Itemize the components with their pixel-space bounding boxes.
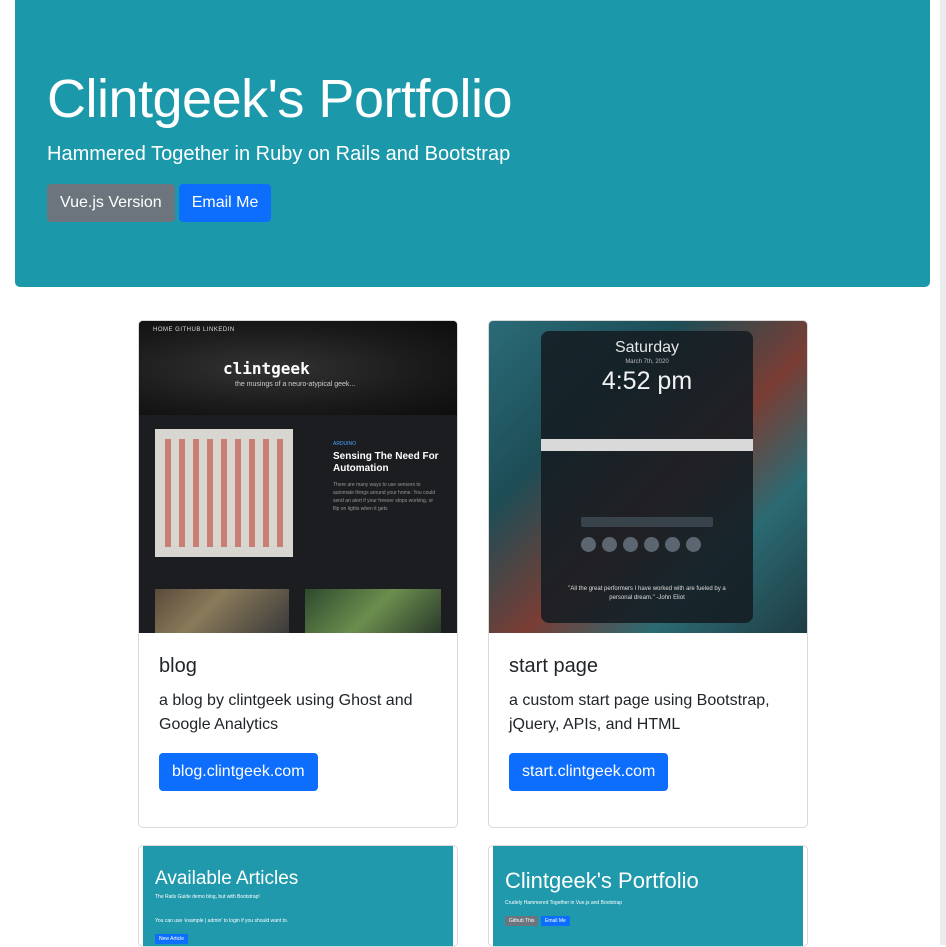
blog-post-thumb bbox=[155, 589, 289, 633]
project-card-vue-portfolio: Clintgeek's Portfolio Crudely Hammered T… bbox=[488, 845, 808, 947]
articles-sub: The Rails Guide demo blog, but with Boot… bbox=[155, 894, 260, 900]
card-text: a custom start page using Bootstrap, jQu… bbox=[509, 692, 770, 733]
start-day: Saturday bbox=[614, 339, 680, 356]
card-body: blog a blog by clintgeek using Ghost and… bbox=[139, 633, 457, 811]
email-me-button[interactable]: Email Me bbox=[178, 184, 272, 222]
email-me-mini-button: Email Me bbox=[541, 916, 570, 926]
vue-portfolio-heading: Clintgeek's Portfolio bbox=[505, 868, 699, 893]
vue-portfolio-screenshot[interactable]: Clintgeek's Portfolio Crudely Hammered T… bbox=[493, 846, 803, 946]
blog-post-thumb bbox=[305, 589, 441, 633]
project-card-start-page: Saturday March 7th, 2020 4:52 pm "All th… bbox=[488, 320, 808, 828]
card-title: start page bbox=[509, 655, 598, 677]
blog-feature-image bbox=[155, 429, 293, 557]
articles-note: You can use 'example | admin' to login i… bbox=[155, 918, 289, 924]
food-icon bbox=[602, 537, 617, 552]
start-search-box bbox=[581, 517, 713, 527]
page-title: Clintgeek's Portfolio bbox=[47, 69, 513, 129]
blog-nav: HOME GITHUB LINKEDIN bbox=[153, 327, 235, 333]
blog-link-button[interactable]: blog.clintgeek.com bbox=[159, 753, 318, 791]
vue-portfolio-sub: Crudely Hammered Together in Vue.js and … bbox=[505, 900, 623, 906]
start-page-link-button[interactable]: start.clintgeek.com bbox=[509, 753, 669, 791]
project-card-blog: HOME GITHUB LINKEDIN clintgeek the musin… bbox=[138, 320, 458, 828]
blog-post-tag: ARDUINO bbox=[333, 441, 357, 447]
vue-version-button[interactable]: Vue.js Version bbox=[47, 184, 175, 222]
hero-jumbotron: Clintgeek's Portfolio Hammered Together … bbox=[15, 0, 930, 287]
new-article-button: New Article bbox=[155, 934, 189, 944]
start-time: 4:52 pm bbox=[601, 367, 693, 395]
sync-icon bbox=[623, 537, 638, 552]
card-body: start page a custom start page using Boo… bbox=[489, 633, 807, 811]
start-weather-bar bbox=[541, 439, 753, 451]
articles-heading: Available Articles bbox=[155, 868, 299, 889]
blog-screenshot[interactable]: HOME GITHUB LINKEDIN clintgeek the musin… bbox=[139, 321, 457, 633]
project-card-articles: Available Articles The Rails Guide demo … bbox=[138, 845, 458, 947]
start-page-screenshot[interactable]: Saturday March 7th, 2020 4:52 pm "All th… bbox=[489, 321, 807, 633]
blog-tagline: the musings of a neuro-atypical geek... bbox=[235, 381, 356, 388]
start-shortcut-icons bbox=[581, 537, 701, 552]
blog-post-excerpt: There are many ways to use sensors to au… bbox=[333, 482, 436, 512]
hero-buttons: Vue.js Version Email Me bbox=[47, 184, 898, 222]
start-date: March 7th, 2020 bbox=[625, 359, 669, 365]
blog-post-title: Sensing The Need For Automation bbox=[333, 451, 439, 474]
github-this-button: Github This bbox=[505, 916, 539, 926]
page-subtitle: Hammered Together in Ruby on Rails and B… bbox=[47, 143, 511, 165]
card-text: a blog by clintgeek using Ghost and Goog… bbox=[159, 692, 413, 733]
scrollbar-track[interactable] bbox=[940, 0, 946, 945]
blog-logo: clintgeek bbox=[223, 359, 310, 378]
cloud-icon bbox=[644, 537, 659, 552]
home-icon bbox=[581, 537, 596, 552]
start-quote: "All the great performers I have worked … bbox=[568, 586, 726, 601]
card-title: blog bbox=[159, 655, 197, 677]
start-page-panel: Saturday March 7th, 2020 4:52 pm "All th… bbox=[541, 331, 753, 623]
articles-screenshot[interactable]: Available Articles The Rails Guide demo … bbox=[143, 846, 453, 946]
monitor-icon bbox=[686, 537, 701, 552]
book-icon bbox=[665, 537, 680, 552]
